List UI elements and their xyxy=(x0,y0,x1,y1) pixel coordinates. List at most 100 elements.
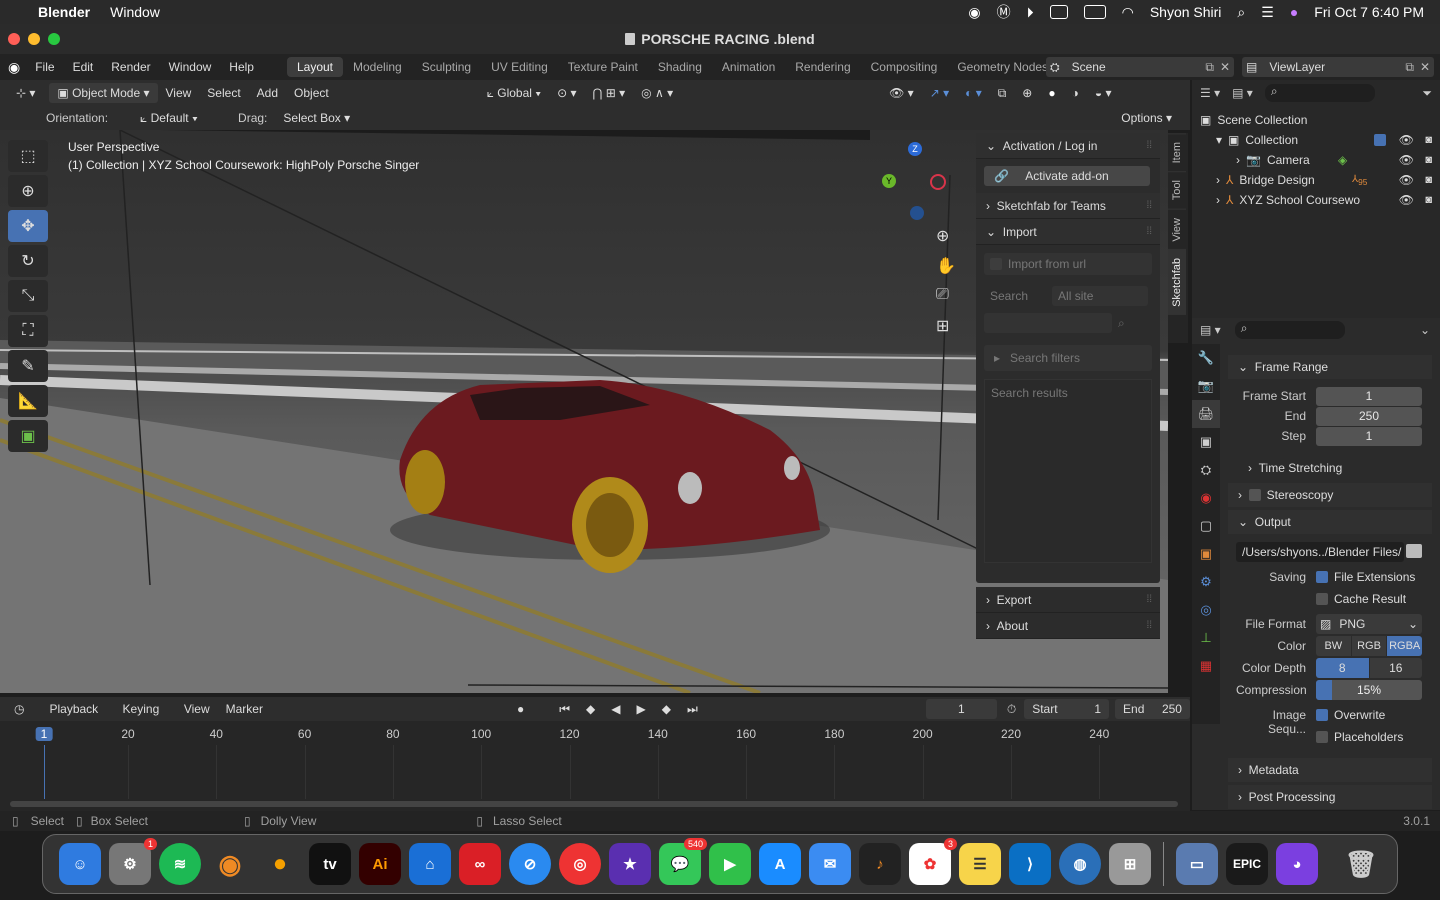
pivot-point-icon[interactable]: ⊙ ▾ xyxy=(549,83,584,103)
object-tab-icon[interactable]: ▣ xyxy=(1192,540,1220,568)
expand-arrow-icon[interactable]: ▾ xyxy=(1216,133,1222,147)
world-tab-icon[interactable]: ◉ xyxy=(1192,484,1220,512)
properties-editor-icon[interactable]: ▤ ▾ xyxy=(1200,323,1221,337)
file-format-dropdown[interactable]: ▨ PNG ⌄ xyxy=(1316,614,1422,634)
drag-handle-icon[interactable]: ⁞⁞ xyxy=(1146,140,1152,151)
scene-selector[interactable]: ⛭ Scene ⧉ ✕ xyxy=(1046,57,1234,77)
menu-timeline-view[interactable]: View xyxy=(176,699,218,719)
tab-rendering[interactable]: Rendering xyxy=(785,57,860,77)
frame-start-field[interactable]: 1 xyxy=(1316,387,1422,406)
menubar-app-name[interactable]: Blender xyxy=(38,4,90,20)
viewlayer-tab-icon[interactable]: ▣ xyxy=(1192,428,1220,456)
render-camera-icon[interactable]: ◙ xyxy=(1425,134,1432,146)
eye-icon[interactable]: 👁 xyxy=(1399,193,1414,207)
select-box-tool-icon[interactable]: ⬚ xyxy=(8,140,48,172)
menubar-window[interactable]: Window xyxy=(110,4,160,20)
prev-keyframe-icon[interactable]: ◆ xyxy=(578,699,603,719)
control-center-icon[interactable]: ☰ xyxy=(1261,4,1274,21)
screen-sharing-icon[interactable]: ▭ xyxy=(1176,843,1218,885)
rotate-tool-icon[interactable]: ↻ xyxy=(8,245,48,277)
tab-item[interactable]: Item xyxy=(1168,133,1186,172)
constraint-tab-icon[interactable]: ⊥ xyxy=(1192,624,1220,652)
filter-icon[interactable]: ⏷ xyxy=(1422,86,1432,101)
tab-sculpting[interactable]: Sculpting xyxy=(412,57,481,77)
sketchfab-teams-section[interactable]: › Sketchfab for Teams ⁞⁞ xyxy=(976,193,1160,219)
shading-wireframe-icon[interactable]: ⊕ xyxy=(1014,83,1040,103)
new-scene-icon[interactable]: ⧉ xyxy=(1205,60,1214,75)
menu-marker[interactable]: Marker xyxy=(218,699,271,719)
play-reverse-icon[interactable]: ◀ xyxy=(603,699,628,719)
remove-scene-icon[interactable]: ✕ xyxy=(1220,60,1230,74)
depth-16-option[interactable]: 16 xyxy=(1369,658,1422,678)
eye-icon[interactable]: 👁 xyxy=(1399,153,1414,167)
post-processing-header[interactable]: › Post Processing xyxy=(1228,785,1432,809)
viewlayer-selector[interactable]: ▤ ViewLayer ⧉ ✕ xyxy=(1242,57,1434,77)
expand-arrow-icon[interactable]: › xyxy=(1236,153,1240,167)
import-from-url-button[interactable]: Import from url xyxy=(984,253,1152,275)
properties-search-input[interactable]: ⌕ xyxy=(1234,321,1345,339)
spotlight-search-icon[interactable]: ⌕ xyxy=(1237,4,1245,21)
scale-tool-icon[interactable]: ⤡ xyxy=(8,280,48,312)
outliner-editor-icon[interactable]: ☰ ▾ xyxy=(1200,86,1220,100)
menu-window[interactable]: Window xyxy=(160,60,221,74)
collection-tab-icon[interactable]: ▢ xyxy=(1192,512,1220,540)
chrome-icon[interactable]: ◎ xyxy=(559,843,601,885)
tab-sketchfab[interactable]: Sketchfab xyxy=(1168,249,1186,316)
collection-checkbox[interactable] xyxy=(1374,134,1386,146)
pan-hand-icon[interactable]: ✋ xyxy=(936,256,956,276)
orientation-dropdown[interactable]: ⟀ Default ▾ xyxy=(132,108,228,128)
navigation-gizmo[interactable]: Z Y xyxy=(880,140,950,230)
outliner-search-input[interactable]: ⌕ xyxy=(1264,84,1375,102)
blender-logo-icon[interactable]: ◉ xyxy=(8,59,20,76)
search-filters-row[interactable]: ▸ Search filters xyxy=(984,345,1152,371)
menu-playback[interactable]: Playback ▾ xyxy=(41,699,114,736)
siri-icon[interactable]: ● xyxy=(1290,4,1298,20)
depth-8-option[interactable]: 8 xyxy=(1316,658,1369,678)
menubar-datetime[interactable]: Fri Oct 7 6:40 PM xyxy=(1314,4,1424,20)
timeline-editor-icon[interactable]: ◷ ▾ xyxy=(6,699,41,736)
cache-result-checkbox[interactable]: Cache Result xyxy=(1316,592,1406,606)
close-window-button[interactable] xyxy=(8,33,20,45)
tab-animation[interactable]: Animation xyxy=(712,57,785,77)
frame-step-field[interactable]: 1 xyxy=(1316,427,1422,446)
overwrite-checkbox[interactable]: Overwrite xyxy=(1316,708,1385,722)
physics-tab-icon[interactable]: ◎ xyxy=(1192,596,1220,624)
remove-viewlayer-icon[interactable]: ✕ xyxy=(1420,60,1430,74)
color-rgba-option[interactable]: RGBA xyxy=(1387,636,1423,656)
about-section[interactable]: › About ⁞⁞ xyxy=(976,613,1160,639)
zoom-window-button[interactable] xyxy=(48,33,60,45)
activation-section[interactable]: ⌄ Activation / Log in ⁞⁞ xyxy=(976,133,1160,159)
new-viewlayer-icon[interactable]: ⧉ xyxy=(1405,60,1414,75)
record-icon[interactable]: ◉ xyxy=(968,4,980,21)
tab-view[interactable]: View xyxy=(1168,208,1186,250)
outliner-item-xyz[interactable]: › ⅄ XYZ School Coursewo 👁 ◙ xyxy=(1192,190,1440,210)
expand-arrow-icon[interactable]: › xyxy=(1216,193,1220,207)
system-preferences-icon[interactable]: ⚙ 1 xyxy=(109,838,157,885)
trash-icon[interactable]: 🗑 xyxy=(1340,843,1382,885)
cursor-tool-icon[interactable]: ⊕ xyxy=(8,175,48,207)
garageband-icon[interactable]: ♪ xyxy=(859,843,901,885)
timeline-playhead-frame[interactable]: 1 xyxy=(35,727,53,741)
timeline-scrollbar[interactable] xyxy=(10,801,1178,807)
search-scope-dropdown[interactable]: All site xyxy=(1052,286,1149,306)
menu-keying[interactable]: Keying ▾ xyxy=(115,699,176,736)
mode-dropdown[interactable]: ▣ Object Mode ▾ xyxy=(49,83,158,103)
blender-icon[interactable]: ◉ xyxy=(209,843,251,885)
transform-orientation-dropdown[interactable]: ⟀ Global ▾ xyxy=(479,83,549,103)
outliner-scene-collection[interactable]: ▣ Scene Collection xyxy=(1192,110,1440,130)
options-dropdown[interactable]: Options ▾ xyxy=(1113,108,1180,128)
annotate-tool-icon[interactable]: ✎ xyxy=(8,350,48,382)
output-path-input[interactable]: /Users/shyons../Blender Files/ xyxy=(1236,542,1404,562)
auto-keying-icon[interactable]: ● ⌄ xyxy=(509,699,545,736)
camera-view-icon[interactable]: ⎚ xyxy=(936,286,949,304)
menu-file[interactable]: File xyxy=(26,60,63,74)
facetime-icon[interactable]: ▶ xyxy=(709,843,751,885)
editor-type-icon[interactable]: ⊹ ▾ xyxy=(8,83,43,103)
modifier-tab-icon[interactable]: ⚙ xyxy=(1192,568,1220,596)
transform-tool-icon[interactable]: ⛶ xyxy=(8,315,48,347)
tab-layout[interactable]: Layout xyxy=(286,57,344,77)
activate-addon-button[interactable]: 🔗 Activate add-on xyxy=(984,166,1150,186)
tab-tool[interactable]: Tool xyxy=(1168,171,1186,209)
play-icon[interactable]: ▶ xyxy=(629,699,654,719)
move-tool-icon[interactable]: ✥ xyxy=(8,210,48,242)
